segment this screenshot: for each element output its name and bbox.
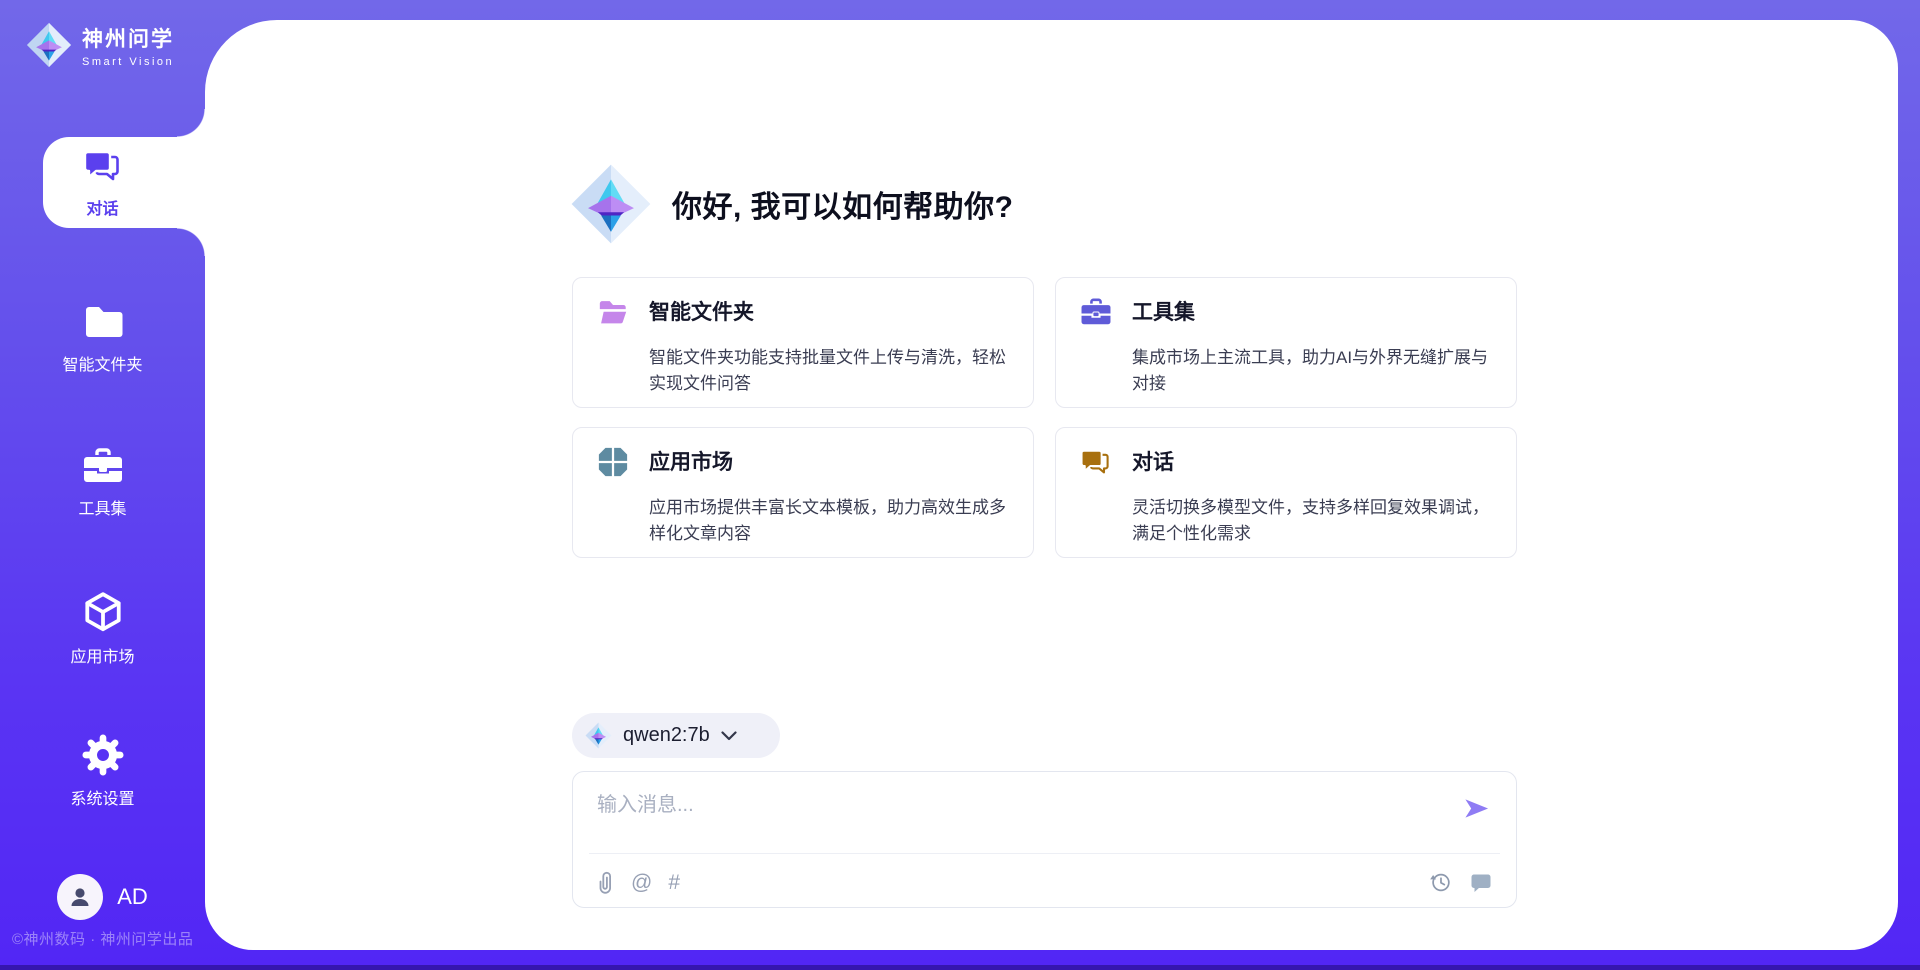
- sidebar-item-label: 工具集: [78, 495, 126, 519]
- sidebar-item-label: 应用市场: [70, 643, 134, 667]
- feature-cards: 智能文件夹 智能文件夹功能支持批量文件上传与清洗，轻松实现文件问答 工具集 集成…: [572, 277, 1517, 558]
- active-tab-fillet-top: [177, 109, 206, 137]
- cube-icon: [82, 590, 124, 634]
- sidebar-item-toolbox[interactable]: 工具集: [0, 446, 205, 519]
- active-tab-fillet-bottom: [177, 228, 206, 256]
- toolbox-icon: [82, 446, 124, 486]
- model-diamond-icon: [585, 722, 612, 749]
- card-smart-folder[interactable]: 智能文件夹 智能文件夹功能支持批量文件上传与清洗，轻松实现文件问答: [572, 277, 1034, 408]
- card-description: 智能文件夹功能支持批量文件上传与清洗，轻松实现文件问答: [649, 345, 1009, 408]
- gear-icon: [82, 734, 124, 776]
- sidebar-item-label: 对话: [86, 195, 118, 219]
- toolbox-icon: [1080, 296, 1112, 328]
- person-icon: [67, 884, 93, 910]
- avatar: [57, 874, 103, 920]
- attach-icon[interactable]: [595, 870, 615, 894]
- app-subtitle: Smart Vision: [82, 56, 174, 68]
- card-toolbox[interactable]: 工具集 集成市场上主流工具，助力AI与外界无缝扩展与对接: [1055, 277, 1517, 408]
- message-input[interactable]: [597, 788, 1457, 844]
- app-logo: 神州问学 Smart Vision: [26, 22, 174, 68]
- sidebar-item-smart-folder[interactable]: 智能文件夹: [0, 302, 205, 375]
- topic-icon[interactable]: #: [668, 872, 680, 893]
- send-icon[interactable]: [1463, 795, 1490, 822]
- card-description: 灵活切换多模型文件，支持多样回复效果调试，满足个性化需求: [1132, 495, 1492, 558]
- chat-bubbles-icon: [83, 146, 123, 186]
- sidebar-item-settings[interactable]: 系统设置: [0, 734, 205, 809]
- card-description: 应用市场提供丰富长文本模板，助力高效生成多样化文章内容: [649, 495, 1009, 558]
- app-title: 神州问学: [82, 23, 174, 53]
- card-title: 对话: [1132, 448, 1492, 489]
- sidebar-item-chat[interactable]: 对话: [0, 146, 205, 219]
- card-title: 工具集: [1132, 298, 1492, 339]
- user-initials: AD: [117, 884, 148, 910]
- card-description: 集成市场上主流工具，助力AI与外界无缝扩展与对接: [1132, 345, 1492, 408]
- conversation-icon[interactable]: [1470, 872, 1492, 893]
- greeting-row: 你好, 我可以如何帮助你?: [570, 163, 1014, 245]
- message-composer: @ #: [572, 771, 1517, 908]
- user-account[interactable]: AD: [0, 874, 205, 920]
- sidebar-item-label: 系统设置: [70, 785, 134, 809]
- history-icon[interactable]: [1429, 871, 1452, 894]
- composer-divider: [589, 853, 1500, 854]
- greeting-text: 你好, 我可以如何帮助你?: [672, 182, 1014, 226]
- app-grid-icon: [597, 446, 629, 478]
- model-name: qwen2:7b: [623, 724, 710, 747]
- card-title: 智能文件夹: [649, 298, 1009, 339]
- card-app-market[interactable]: 应用市场 应用市场提供丰富长文本模板，助力高效生成多样化文章内容: [572, 427, 1034, 558]
- brand-diamond-icon: [570, 163, 652, 245]
- folder-icon: [82, 302, 124, 342]
- model-selector[interactable]: qwen2:7b: [572, 713, 780, 758]
- mention-icon[interactable]: @: [631, 872, 652, 893]
- sidebar-item-app-market[interactable]: 应用市场: [0, 590, 205, 667]
- card-chat[interactable]: 对话 灵活切换多模型文件，支持多样回复效果调试，满足个性化需求: [1055, 427, 1517, 558]
- folder-open-icon: [597, 296, 629, 328]
- copyright-footer: ©神州数码 · 神州问学出品: [12, 928, 212, 949]
- window-bottom-edge: [0, 965, 1920, 970]
- sidebar-item-label: 智能文件夹: [62, 351, 142, 375]
- card-title: 应用市场: [649, 448, 1009, 489]
- chat-bubbles-icon: [1080, 446, 1112, 478]
- chevron-down-icon: [721, 731, 737, 741]
- brand-diamond-icon: [26, 22, 72, 68]
